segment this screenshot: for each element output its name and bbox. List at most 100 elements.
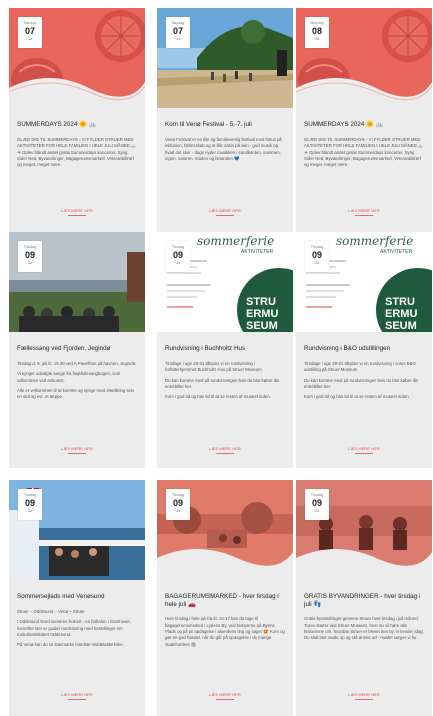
event-title[interactable]: Rundvisning i Buchholtz Hus bbox=[165, 345, 286, 354]
event-description-paragraph: GLÆD DIG TIL SUMMERDAYS - VI FYLDER STRU… bbox=[304, 137, 424, 168]
event-description-paragraph: Gratis byvandringer gennem Struer hver t… bbox=[304, 616, 424, 641]
read-more-link[interactable]: LÆS MERE HER bbox=[296, 209, 432, 213]
date-badge: Tirsdag 09 Jul bbox=[305, 489, 329, 520]
event-body: GRATIS BYVANDRINGER - hver tirsdag i jul… bbox=[304, 593, 425, 646]
event-body: Kom til Venø Festival - 5.-7. juli Venø … bbox=[165, 121, 286, 166]
event-grid: Søndag 07 Jul SUMMERDAYS 2024 🌞 🚲 GLÆD D… bbox=[0, 0, 433, 716]
read-more-link[interactable]: LÆS MERE HER bbox=[9, 693, 145, 697]
date-badge: Tirsdag 09 Jul bbox=[305, 241, 329, 272]
event-card[interactable]: Tirsdag 09 Jul BAGAGERUMSMARKED - hver t… bbox=[157, 480, 293, 716]
date-badge: Tirsdag 09 Jul bbox=[166, 241, 190, 272]
svg-text:AKTIVITETER: AKTIVITETER bbox=[380, 249, 413, 255]
event-title[interactable]: Sommersejlads med Venøsund bbox=[17, 593, 138, 602]
read-more-link[interactable]: LÆS MERE HER bbox=[157, 209, 293, 213]
event-card[interactable]: Mandag 08 Jul SUMMERDAYS 2024 🌞 🚲 GLÆD D… bbox=[296, 8, 432, 244]
date-day: 07 bbox=[172, 26, 183, 36]
read-more-link[interactable]: LÆS MERE HER bbox=[157, 447, 293, 451]
date-badge: Mandag 08 Jul bbox=[305, 17, 329, 48]
event-card[interactable]: Søndag 07 Jul SUMMERDAYS 2024 🌞 🚲 GLÆD D… bbox=[9, 8, 145, 244]
event-description-paragraph: GLÆD DIG TIL SUMMERDAYS - VI FYLDER STRU… bbox=[17, 137, 137, 168]
event-description-paragraph: Struer – Oddesund – Venø – Struer bbox=[17, 609, 85, 614]
event-description-paragraph: Alle er velkommen til at komme og synge … bbox=[17, 387, 135, 400]
event-description-paragraph: Vi synger udvalgte sange fra højskolesan… bbox=[17, 371, 121, 383]
event-card[interactable]: sommerferie AKTIVITETER STRU ERMU SEUM Tirsd… bbox=[157, 232, 293, 468]
svg-text:SEUM: SEUM bbox=[385, 320, 417, 332]
read-more-underline bbox=[216, 699, 234, 700]
date-badge: Tirsdag 09 Jul bbox=[166, 489, 190, 520]
event-description: Venø Festival er en lille og familievenl… bbox=[165, 137, 286, 162]
date-badge: Tirsdag 09 Jul bbox=[18, 489, 42, 520]
event-description: Tirsdage i uge 28-31 tilbyder vi en rund… bbox=[304, 361, 425, 400]
svg-text:AKTIVITETER: AKTIVITETER bbox=[241, 249, 274, 255]
svg-text:SEUM: SEUM bbox=[246, 320, 278, 332]
read-more-underline bbox=[68, 699, 86, 700]
date-month: Jul bbox=[175, 509, 181, 513]
svg-text:STRU: STRU bbox=[385, 296, 415, 308]
date-month: Jul bbox=[27, 509, 33, 513]
read-more-link[interactable]: LÆS MERE HER bbox=[296, 447, 432, 451]
event-description-paragraph: Venø Festival er en lille og familievenl… bbox=[165, 137, 282, 161]
read-more-underline bbox=[355, 699, 373, 700]
date-weekday: Tirsdag bbox=[171, 245, 185, 249]
read-more-underline bbox=[216, 215, 234, 216]
date-day: 09 bbox=[24, 498, 35, 508]
event-body: Sommersejlads med Venøsund Struer – Odde… bbox=[17, 593, 138, 652]
read-more-underline bbox=[68, 453, 86, 454]
date-day: 09 bbox=[24, 250, 35, 260]
event-title[interactable]: GRATIS BYVANDRINGER - hver tirsdag i jul… bbox=[304, 593, 425, 609]
event-title[interactable]: Fællessang ved Fjorden, Jegindø bbox=[17, 345, 138, 354]
date-day: 09 bbox=[172, 250, 183, 260]
svg-text:ERMU: ERMU bbox=[385, 308, 417, 320]
read-more-link[interactable]: LÆS MERE HER bbox=[296, 693, 432, 697]
event-description: Tirsdage i uge 28-31 tilbyder vi en rund… bbox=[165, 361, 286, 400]
event-description-paragraph: Du kan komme med på rundvisningen hvis d… bbox=[304, 377, 419, 389]
event-description: Gratis byvandringer gennem Struer hver t… bbox=[304, 616, 425, 641]
event-title[interactable]: Rundvisning i B&O udstillingen bbox=[304, 345, 425, 354]
date-day: 09 bbox=[311, 498, 322, 508]
read-more-underline bbox=[216, 453, 234, 454]
event-description-paragraph: På Venø kan du se Danmarks mindste midde… bbox=[17, 642, 124, 648]
read-more-link[interactable]: LÆS MERE HER bbox=[9, 209, 145, 213]
svg-text:STRU: STRU bbox=[246, 296, 276, 308]
event-title[interactable]: SUMMERDAYS 2024 🌞 🚲 bbox=[304, 121, 425, 130]
event-body: SUMMERDAYS 2024 🌞 🚲 GLÆD DIG TIL SUMMERD… bbox=[17, 121, 138, 172]
event-card[interactable]: Søndag 07 Jul Kom til Venø Festival - 5.… bbox=[157, 8, 293, 244]
date-weekday: Tirsdag bbox=[310, 493, 324, 497]
read-more-link[interactable]: LÆS MERE HER bbox=[9, 447, 145, 451]
event-title[interactable]: SUMMERDAYS 2024 🌞 🚲 bbox=[17, 121, 138, 130]
event-title[interactable]: Kom til Venø Festival - 5.-7. juli bbox=[165, 121, 286, 130]
event-card[interactable]: sommerferie AKTIVITETER STRU ERMU SEUM Tirsd… bbox=[296, 232, 432, 468]
date-weekday: Tirsdag bbox=[23, 245, 37, 249]
date-month: Jul bbox=[314, 37, 320, 41]
date-month: Jul bbox=[175, 261, 181, 265]
event-body: Fællessang ved Fjorden, Jegindø Tirsdag … bbox=[17, 345, 138, 404]
date-day: 08 bbox=[311, 26, 322, 36]
event-description-paragraph: Tirsdag d. 9. juli kl. 19.30 ved A.Pavel… bbox=[17, 361, 137, 366]
event-description: GLÆD DIG TIL SUMMERDAYS - VI FYLDER STRU… bbox=[17, 137, 138, 168]
date-weekday: Tirsdag bbox=[310, 245, 324, 249]
event-description: Tirsdag d. 9. juli kl. 19.30 ved A.Pavel… bbox=[17, 361, 138, 400]
event-description-paragraph: Tirsdage i uge 28-31 tilbyder vi en rund… bbox=[304, 361, 416, 373]
event-description-paragraph: Du kan komme med på rundvisningen hvis d… bbox=[165, 377, 280, 389]
date-month: Jul bbox=[27, 261, 33, 265]
read-more-link[interactable]: LÆS MERE HER bbox=[157, 693, 293, 697]
event-card[interactable]: Tirsdag 09 Jul GRATIS BYVANDRINGER - hve… bbox=[296, 480, 432, 716]
svg-text:sommerferie: sommerferie bbox=[197, 234, 274, 248]
event-body: Rundvisning i Buchholtz Hus Tirsdage i u… bbox=[165, 345, 286, 404]
date-badge: Søndag 07 Jul bbox=[18, 17, 42, 48]
event-card[interactable]: Tirsdag 09 Jul Fællessang ved Fjorden, J… bbox=[9, 232, 145, 468]
svg-text:sommerferie: sommerferie bbox=[336, 234, 413, 248]
date-weekday: Søndag bbox=[171, 21, 185, 25]
event-body: SUMMERDAYS 2024 🌞 🚲 GLÆD DIG TIL SUMMERD… bbox=[304, 121, 425, 172]
event-card[interactable]: Tirsdag 09 Jul Sommersejlads med Venøsun… bbox=[9, 480, 145, 716]
read-more-underline bbox=[355, 453, 373, 454]
event-description: Hver tirsdag i hele juli fra kl. 15-17 k… bbox=[165, 616, 286, 647]
event-title[interactable]: BAGAGERUMSMARKED - hver tirsdag i hele j… bbox=[165, 593, 286, 609]
date-month: Jul bbox=[27, 37, 33, 41]
read-more-underline bbox=[355, 215, 373, 216]
date-month: Jul bbox=[314, 261, 320, 265]
read-more-underline bbox=[68, 215, 86, 216]
date-weekday: Mandag bbox=[310, 21, 324, 25]
date-badge: Tirsdag 09 Jul bbox=[18, 241, 42, 272]
event-description-paragraph: Kom i god tid og hav tid til at se reste… bbox=[165, 394, 271, 400]
